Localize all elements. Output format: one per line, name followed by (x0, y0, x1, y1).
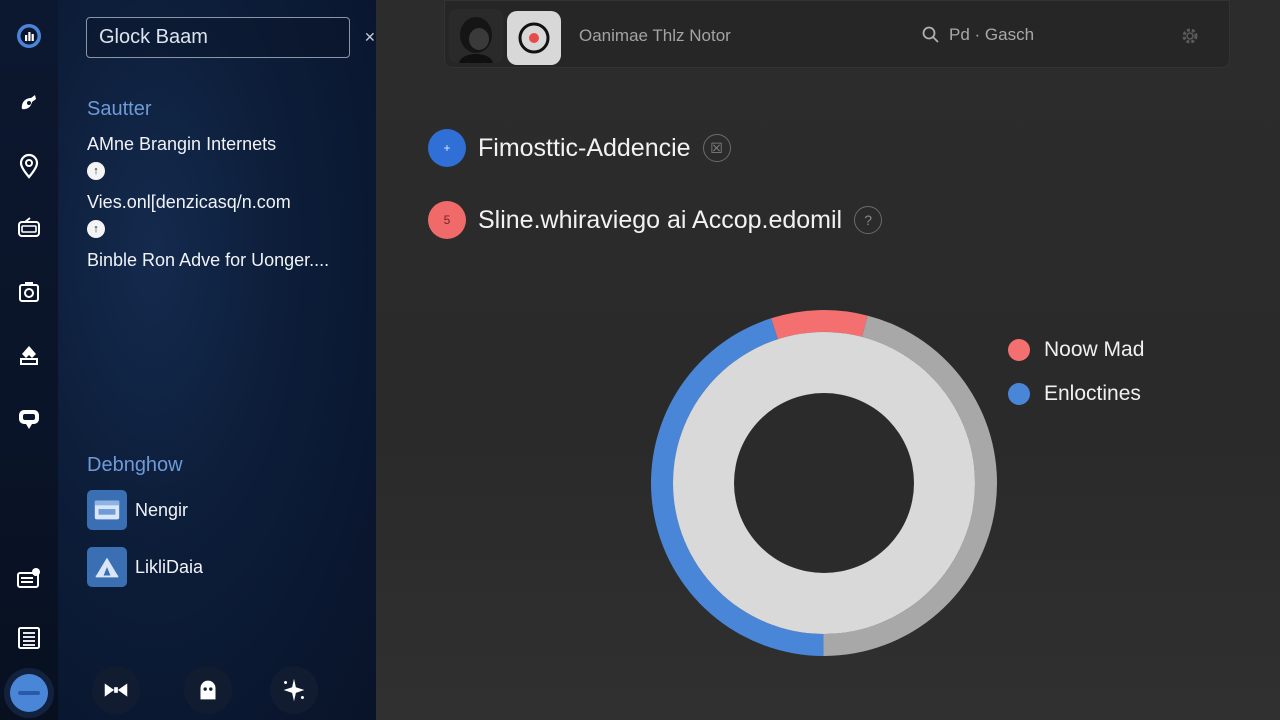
icon-rail (0, 0, 58, 720)
arrow-up-icon: ↑ (87, 220, 105, 238)
list-item[interactable]: Binble Ron Adve for Uonger.... (87, 250, 367, 271)
chart-legend: Noow Mad Enloctines (1008, 338, 1144, 426)
section-title-apps: Debnghow (87, 454, 183, 476)
expand-icon[interactable]: ☒ (702, 134, 731, 162)
list-item[interactable]: Vies.onl[denzicasq/n.com ↑ (87, 192, 367, 238)
rocket-icon[interactable] (9, 336, 49, 376)
legend-swatch (1008, 383, 1030, 405)
legend-item: Enloctines (1008, 382, 1144, 406)
top-search[interactable]: Pd · Gasch (921, 25, 1034, 45)
message-icon[interactable] (9, 398, 49, 438)
donut-hole (734, 393, 914, 573)
gear-icon[interactable] (1179, 25, 1201, 52)
app-item-liklidaia[interactable]: LikliDaia (87, 547, 367, 587)
app-label: LikliDaia (135, 556, 204, 577)
legend-item: Noow Mad (1008, 338, 1144, 362)
legend-label: Noow Mad (1044, 338, 1145, 361)
dashboard-icon[interactable] (9, 16, 49, 56)
list-item[interactable]: AMne Brangin Internets ↑ (87, 134, 367, 180)
camera-icon[interactable] (9, 272, 49, 312)
top-search-label: Pd · Gasch (949, 25, 1035, 44)
sparkle-icon[interactable] (270, 666, 318, 714)
list-item-label: Binble Ron Adve for Uonger.... (87, 250, 330, 270)
search-icon (922, 26, 939, 43)
app-label: Nengir (135, 499, 189, 520)
pin-icon[interactable] (9, 82, 49, 122)
info-text: Fimosttic-Addencie (478, 133, 691, 162)
legend-swatch (1008, 339, 1030, 361)
legend-label: Enloctines (1044, 382, 1141, 405)
section-title-recent: Sautter (87, 98, 152, 120)
main-content: Oanimae Thlz Notor Pd · Gasch + Fimostti… (376, 0, 1280, 720)
panel-bottom-bar (58, 666, 376, 714)
list-icon[interactable] (9, 618, 49, 658)
location-icon[interactable] (9, 146, 49, 186)
avatar[interactable] (449, 9, 503, 63)
help-icon[interactable]: ? (854, 206, 883, 234)
info-row: 5 Sline.whiraviego ai Accop.edomil ? (428, 201, 883, 239)
tent-icon (87, 547, 127, 587)
radio-icon[interactable] (9, 208, 49, 248)
window-icon (87, 490, 127, 530)
top-bar: Oanimae Thlz Notor Pd · Gasch (444, 0, 1230, 68)
list-item-label: Vies.onl[denzicasq/n.com (87, 192, 291, 212)
app-item-nengir[interactable]: Nengir (87, 490, 367, 530)
face-icon[interactable] (184, 666, 232, 714)
arrow-up-icon: ↑ (87, 162, 105, 180)
search-input[interactable] (99, 26, 364, 49)
window-title: Oanimae Thlz Notor (579, 26, 731, 45)
number-badge: 5 (428, 201, 466, 239)
recent-list: AMne Brangin Internets ↑ Vies.onl[denzic… (87, 134, 367, 283)
plus-icon: + (428, 129, 466, 167)
profile-icon[interactable] (4, 668, 54, 718)
app-list: Nengir LikliDaia (87, 490, 367, 604)
donut-chart-svg (651, 310, 997, 656)
list-item-label: AMne Brangin Internets (87, 134, 277, 154)
donut-chart (648, 307, 1000, 659)
news-icon[interactable] (9, 558, 49, 598)
side-panel: ✕ Sautter AMne Brangin Internets ↑ Vies.… (58, 0, 376, 720)
search-field[interactable]: ✕ (86, 17, 376, 58)
info-row: + Fimosttic-Addencie ☒ (428, 129, 731, 167)
close-icon[interactable]: ✕ (364, 29, 376, 46)
bowtie-icon[interactable] (92, 666, 140, 714)
record-button[interactable] (507, 11, 561, 65)
info-text: Sline.whiraviego ai Accop.edomil (478, 205, 843, 234)
